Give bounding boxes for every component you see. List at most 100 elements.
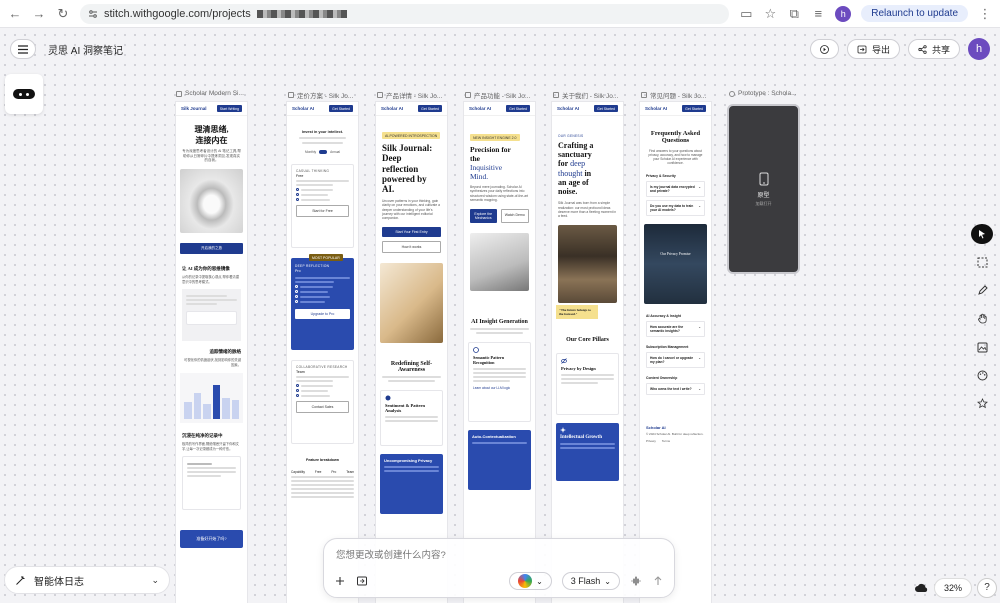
frame-label-about[interactable]: 关于我们 - Silk Jo... (553, 90, 618, 100)
frame-detail[interactable]: Scholar AI Get Started AI-POWERED INTROSP… (375, 101, 448, 603)
marquee-select-icon (977, 257, 987, 268)
address-bar[interactable]: stitch.withgoogle.com/projects (80, 3, 730, 24)
frame-label-detail[interactable]: 产品详情 - Silk Jo... (377, 90, 442, 100)
frame-home[interactable]: Silk Journal Start Writing 理清思绪, 连接内在 专为深… (175, 101, 248, 603)
voice-icon[interactable] (630, 575, 642, 587)
faq-item: How do I cancel or upgrade my plan? ⌄ (646, 351, 705, 368)
play-icon (820, 44, 829, 54)
agent-log-label: 智能体日志 (34, 576, 84, 588)
hero-image (180, 168, 243, 233)
magic-wand-icon (16, 575, 25, 585)
star-icon (976, 398, 988, 409)
chevron-down-icon: ⌄ (536, 576, 543, 586)
prompt-composer[interactable]: 您想更改或创建什么内容? ⌄ 3 Flash ⌄ (323, 538, 675, 598)
frame-label-pricing[interactable]: 定价方案 - Silk Jo... (288, 90, 353, 100)
frame-features[interactable]: Scholar AI Get Started NEW INSIGHT ENGINE… (463, 101, 536, 603)
relaunch-button[interactable]: Relaunch to update (861, 5, 968, 22)
theme-tool[interactable] (971, 365, 993, 385)
faq-item: Is my journal data encrypted and private… (646, 180, 705, 197)
hamburger-icon (18, 44, 28, 54)
device-type-icon (518, 574, 533, 588)
canvas-mode-toggle[interactable] (5, 74, 43, 114)
forward-icon[interactable]: → (32, 6, 46, 21)
export-button[interactable]: 导出 (846, 39, 900, 59)
frame-label-features[interactable]: 产品功能 - Silk Jo... (465, 90, 530, 100)
browser-menu-icon[interactable]: ⋮ (978, 6, 992, 21)
frame-icon (641, 92, 647, 98)
pan-tool[interactable] (971, 309, 993, 329)
profile-avatar[interactable]: h (835, 5, 852, 22)
contextualization-card: Auto-Contextualization (468, 430, 531, 491)
tablet-image (380, 262, 443, 343)
app-header: 灵思 AI 洞察笔记 导出 共享 h (0, 28, 1000, 70)
preview-button[interactable] (809, 39, 839, 59)
frame-label-prototype[interactable]: Prototype : Schola... (729, 90, 797, 97)
site-settings-icon[interactable] (88, 9, 98, 19)
semantic-card: Semantic Pattern Recognition Learn about… (468, 342, 531, 423)
frame-label-home[interactable]: Scholar Modern Si... (176, 90, 244, 97)
faq-item: Do you use my data to train your AI mode… (646, 199, 705, 216)
frame-about[interactable]: Scholar AI Get Started OUR GENESIS Crafti… (551, 101, 624, 603)
cloud-sync-icon[interactable] (914, 581, 928, 595)
bookmark-star-icon[interactable]: ☆ (763, 6, 777, 21)
eye-off-icon (561, 358, 567, 364)
prompt-input[interactable]: 您想更改或创建什么内容? (336, 547, 446, 561)
pencil-icon (977, 285, 988, 295)
toggle-icon (13, 89, 35, 99)
user-avatar[interactable]: h (968, 38, 990, 60)
library-image (558, 224, 617, 303)
mock-header: Silk Journal Start Writing (176, 102, 247, 116)
plan-team: COLLABORATIVE RESEARCH Team Contact Sale… (291, 360, 354, 444)
palette-icon (977, 370, 987, 381)
browser-toolbar: ← → ↻ stitch.withgoogle.com/projects ▭ ☆… (0, 0, 1000, 28)
faq-item: How accurate are the semantic insights? ⌄ (646, 320, 705, 337)
mock-header: Scholar AI Get Started (552, 102, 623, 116)
cast-icon[interactable]: ▭ (739, 6, 753, 21)
favorites-tool[interactable] (971, 394, 993, 414)
pillar-growth: Intellectual Growth (556, 422, 619, 481)
image-icon (977, 342, 987, 353)
prototype-subtitle: 加载打开 (755, 200, 772, 206)
select-tool[interactable] (971, 224, 993, 245)
chevron-down-icon: ⌄ (604, 576, 611, 586)
attach-screen-icon[interactable] (356, 575, 368, 587)
extensions-icon[interactable]: ⧉ (787, 6, 801, 21)
media-icon[interactable]: ≡ (811, 6, 825, 21)
frame-tool[interactable] (971, 252, 993, 272)
export-label: 导出 (871, 44, 890, 55)
add-icon[interactable] (334, 575, 346, 587)
share-icon (918, 44, 927, 54)
sparkle-icon (560, 426, 566, 433)
emotion-bar-illustration (180, 372, 243, 423)
send-arrow-icon[interactable] (652, 575, 664, 587)
reload-icon[interactable]: ↻ (56, 6, 70, 21)
help-button[interactable]: ? (977, 578, 997, 598)
privacy-card: Uncompromising Privacy (380, 453, 443, 514)
zoom-level[interactable]: 32% (934, 578, 972, 598)
image-tool[interactable] (971, 337, 993, 357)
target-icon (473, 347, 479, 354)
play-circle-icon (729, 90, 735, 97)
device-selector[interactable]: ⌄ (509, 572, 552, 590)
url-redacted (256, 9, 347, 18)
project-title[interactable]: 灵思 AI 洞察笔记 (48, 42, 123, 57)
cursor-icon (979, 230, 985, 239)
prototype-preview[interactable]: 原型 加载打开 (727, 104, 800, 274)
share-button[interactable]: 共享 (907, 39, 960, 59)
back-icon[interactable]: ← (8, 6, 22, 21)
hand-icon (977, 314, 987, 324)
prototype-title: 原型 (757, 192, 770, 199)
frame-pricing[interactable]: Scholar AI Get Started Invest in your int… (286, 101, 359, 603)
frame-icon (377, 92, 383, 98)
url-text: stitch.withgoogle.com/projects (104, 7, 251, 20)
agent-log-panel[interactable]: 智能体日志 ⌄ (4, 566, 170, 594)
ai-mirror-illustration (182, 288, 241, 341)
draw-tool[interactable] (971, 281, 993, 301)
editor-illustration (182, 455, 241, 510)
laptop-image (470, 232, 529, 291)
model-selector[interactable]: 3 Flash ⌄ (561, 572, 620, 590)
menu-button[interactable] (10, 39, 36, 59)
frame-label-faq[interactable]: 常见问题 - Silk Jo... (641, 90, 706, 100)
frame-icon (553, 92, 559, 98)
frame-faq[interactable]: Scholar AI Get Started Frequently Asked Q… (639, 101, 712, 603)
